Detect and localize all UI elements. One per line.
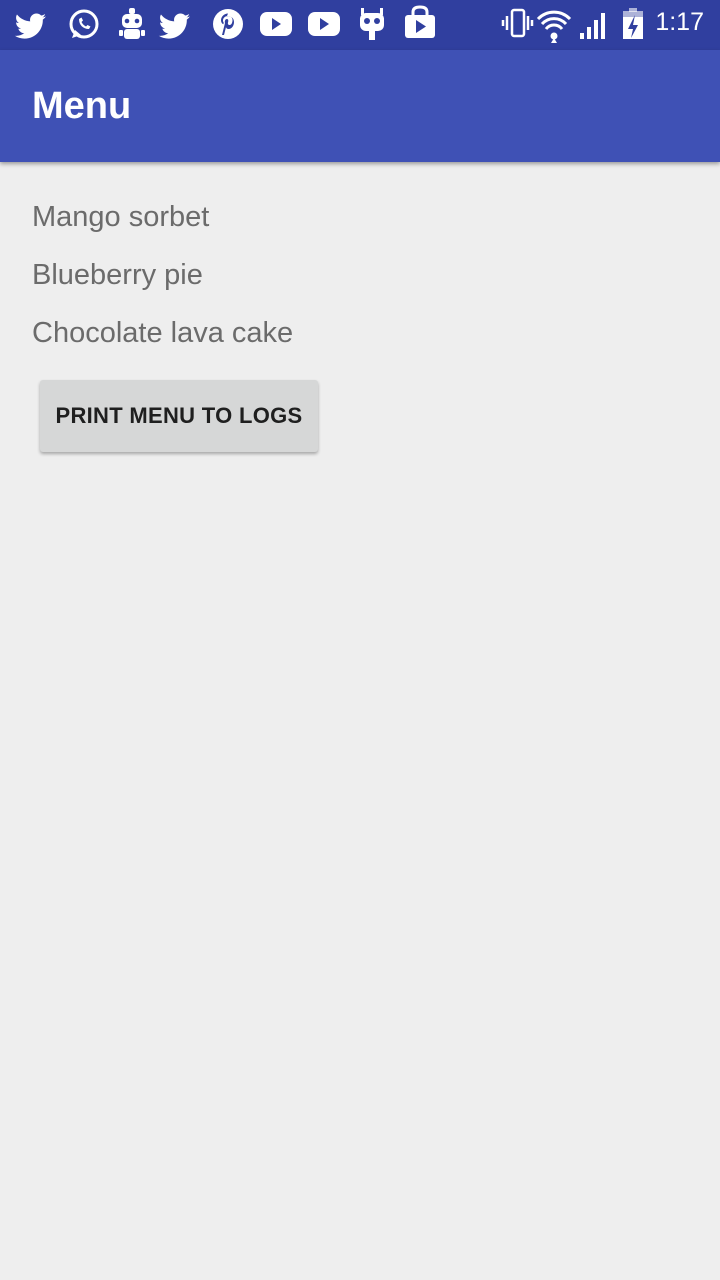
youtube-icon: [308, 12, 340, 36]
battery-charging-icon: [623, 8, 643, 39]
app-bar: Menu: [0, 50, 720, 162]
whatsapp-icon: [69, 9, 99, 39]
cyanogen-icon: [360, 8, 384, 40]
status-bar: 1:17: [0, 0, 720, 50]
vibrate-icon: [501, 8, 534, 38]
twitter-icon: [14, 13, 47, 39]
play-store-icon: [405, 5, 435, 38]
print-menu-button[interactable]: PRINT MENU TO LOGS: [40, 380, 318, 452]
twitter-icon: [158, 13, 191, 39]
status-icons: [14, 5, 643, 43]
pinterest-icon: [213, 9, 243, 39]
menu-item-chocolate-lava-cake: Chocolate lava cake: [32, 317, 294, 349]
youtube-icon: [260, 12, 292, 36]
menu-list: Mango sorbet Blueberry pie Chocolate lav…: [32, 193, 293, 367]
status-time: 1:17: [655, 8, 704, 36]
signal-icon: [580, 13, 605, 39]
robot-icon: [119, 8, 145, 39]
menu-item-blueberry-pie: Blueberry pie: [32, 259, 203, 291]
wifi-icon: [536, 10, 572, 43]
menu-item-mango-sorbet: Mango sorbet: [32, 201, 210, 233]
page-title: Menu: [32, 85, 132, 127]
